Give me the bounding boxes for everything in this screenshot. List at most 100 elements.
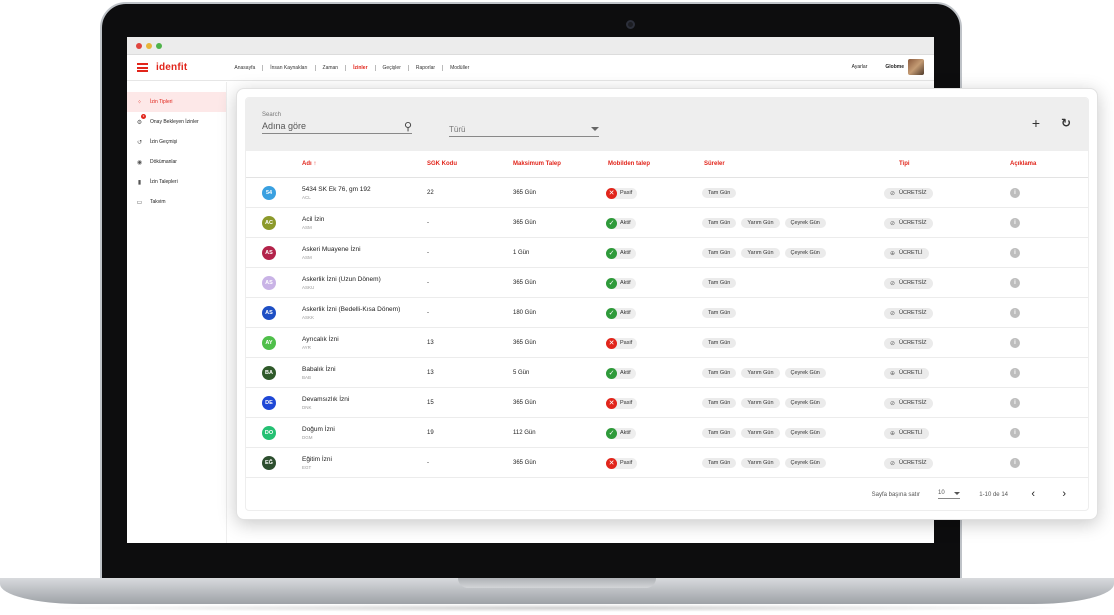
type-cell: ⊕ ÜCRETLİ <box>884 238 929 268</box>
mobile-status-badge[interactable]: ✕ Pasif <box>606 187 638 199</box>
info-icon[interactable]: i <box>1010 308 1020 318</box>
duration-chip[interactable]: Çeyrek Gün <box>784 218 826 228</box>
sidebar-item[interactable]: ▮ İzin Talepleri <box>127 172 226 192</box>
menu-item[interactable]: Zaman <box>316 64 347 71</box>
table-row[interactable]: AY Ayrıcalık İzni AYR 13 365 Gün ✕ Pasif Tam Gü… <box>246 328 1088 358</box>
mobile-status-badge[interactable]: ✕ Pasif <box>606 337 638 349</box>
menu-item[interactable]: Anasayfa <box>227 64 264 71</box>
mobile-status-badge[interactable]: ✓ Aktif <box>606 427 636 439</box>
refresh-icon[interactable]: ↻ <box>1061 116 1071 130</box>
brand-logo[interactable]: idenfit <box>156 62 187 73</box>
info-icon[interactable]: i <box>1010 338 1020 348</box>
duration-chip[interactable]: Çeyrek Gün <box>784 458 826 468</box>
info-icon[interactable]: i <box>1010 368 1020 378</box>
close-window-dot[interactable] <box>136 42 142 49</box>
table-row[interactable]: AS Askerlik İzni (Bedelli-Kısa Dönem) ASKK… <box>246 298 1088 328</box>
duration-chip[interactable]: Tam Gün <box>702 188 737 198</box>
mobile-status-badge[interactable]: ✕ Pasif <box>606 457 638 469</box>
duration-chip[interactable]: Tam Gün <box>702 338 737 348</box>
column-sgk[interactable]: SGK Kodu <box>427 161 457 167</box>
info-icon[interactable]: i <box>1010 458 1020 468</box>
column-description[interactable]: Açıklama <box>1010 161 1036 167</box>
mobile-status-badge[interactable]: ✓ Aktif <box>606 247 636 259</box>
info-icon[interactable]: i <box>1010 278 1020 288</box>
duration-chip[interactable]: Yarım Gün <box>741 248 780 258</box>
minimize-window-dot[interactable] <box>146 42 152 49</box>
type-select[interactable]: Türü <box>449 122 599 137</box>
leave-code: ASKU <box>302 285 315 290</box>
duration-chip[interactable]: Tam Gün <box>702 218 737 228</box>
mobile-status-cell: ✕ Pasif <box>606 388 638 418</box>
duration-chip[interactable]: Yarım Gün <box>741 368 780 378</box>
info-icon[interactable]: i <box>1010 428 1020 438</box>
table-row[interactable]: AS Askeri Muayene İzni ASM - 1 Gün ✓ Aktif Tam … <box>246 238 1088 268</box>
table-row[interactable]: 54 5434 SK Ek 76, gm 192 ACL 22 365 Gün ✕ Pasi… <box>246 178 1088 208</box>
column-name[interactable]: Adı ↑ <box>302 161 316 167</box>
row-avatar: BA <box>262 366 276 380</box>
table-body: 54 5434 SK Ek 76, gm 192 ACL 22 365 Gün ✕ Pasi… <box>246 178 1088 478</box>
duration-chip[interactable]: Tam Gün <box>702 428 737 438</box>
info-icon[interactable]: i <box>1010 398 1020 408</box>
maximize-window-dot[interactable] <box>156 42 162 49</box>
column-type[interactable]: Tipi <box>899 161 910 167</box>
duration-chip[interactable]: Tam Gün <box>702 278 737 288</box>
durations-cell: Tam Gün <box>702 178 741 208</box>
leave-name: 5434 SK Ek 76, gm 192 <box>302 186 371 193</box>
duration-chip[interactable]: Tam Gün <box>702 368 737 378</box>
hamburger-menu-icon[interactable] <box>137 63 148 72</box>
duration-chip[interactable]: Tam Gün <box>702 248 737 258</box>
table-row[interactable]: BA Babalık İzni BAB 13 5 Gün ✓ Aktif Tam Gün Yar… <box>246 358 1088 388</box>
chevron-right-icon[interactable]: › <box>1062 488 1066 500</box>
avatar[interactable] <box>908 59 924 75</box>
settings-link[interactable]: Ayarlar <box>852 64 868 70</box>
column-mobile[interactable]: Mobilden talep <box>608 161 650 167</box>
table-row[interactable]: DE Devamsızlık İzni DNK 15 365 Gün ✕ Pasif Tam … <box>246 388 1088 418</box>
table-row[interactable]: EĞ Eğitim İzni EGT - 365 Gün ✕ Pasif Tam Gün Yar… <box>246 448 1088 478</box>
mobile-status-badge[interactable]: ✓ Aktif <box>606 277 636 289</box>
menu-item[interactable]: Modüller <box>443 65 476 71</box>
durations-cell: Tam Gün Yarım Gün Çeyrek Gün <box>702 358 831 388</box>
sidebar-item[interactable]: ▭ Takvim <box>127 192 226 212</box>
close-icon: ✕ <box>606 397 617 409</box>
table-row[interactable]: AC Acil İzin ASM - 365 Gün ✓ Aktif Tam Gün Yarım… <box>246 208 1088 238</box>
chevron-left-icon[interactable]: ‹ <box>1031 488 1035 500</box>
table-row[interactable]: DO Doğum İzni DGM 19 112 Gün ✓ Aktif Tam Gün Yar… <box>246 418 1088 448</box>
sidebar-item[interactable]: ⁘ İzin Tipleri <box>127 92 226 112</box>
menu-item[interactable]: İzinler <box>346 64 376 71</box>
sidebar-item[interactable]: ⚙ 3 Onay Bekleyen İzinler <box>127 112 226 132</box>
sidebar-item[interactable]: ↺ İzin Geçmişi <box>127 132 226 152</box>
table-row[interactable]: AS Askerlik İzni (Uzun Dönem) ASKU - 365 Gün… <box>246 268 1088 298</box>
search-input[interactable]: Adına göre ⚲ <box>262 118 412 134</box>
duration-chip[interactable]: Yarım Gün <box>741 398 780 408</box>
column-max[interactable]: Maksimum Talep <box>513 161 561 167</box>
duration-chip[interactable]: Yarım Gün <box>741 458 780 468</box>
duration-chip[interactable]: Yarım Gün <box>741 428 780 438</box>
info-icon[interactable]: i <box>1010 248 1020 258</box>
duration-chip[interactable]: Çeyrek Gün <box>784 248 826 258</box>
sidebar-item[interactable]: ◉ Dökümanlar <box>127 152 226 172</box>
duration-chip[interactable]: Tam Gün <box>702 398 737 408</box>
column-durations[interactable]: Süreler <box>704 161 725 167</box>
menu-item[interactable]: Raporlar <box>409 64 444 71</box>
duration-chip[interactable]: Yarım Gün <box>741 218 780 228</box>
rows-per-page-select[interactable]: 10 <box>938 490 960 499</box>
duration-chip[interactable]: Çeyrek Gün <box>784 368 826 378</box>
menu-item[interactable]: İnsan Kaynakları <box>263 64 316 71</box>
search-icon[interactable]: ⚲ <box>404 120 412 133</box>
leave-type-chip: ⊕ ÜCRETLİ <box>884 367 929 379</box>
duration-chip[interactable]: Çeyrek Gün <box>784 428 826 438</box>
mobile-status-badge[interactable]: ✓ Aktif <box>606 307 636 319</box>
mobile-status-badge[interactable]: ✓ Aktif <box>606 367 636 379</box>
duration-chip[interactable]: Çeyrek Gün <box>784 398 826 408</box>
menu-item[interactable]: Geçişler <box>376 64 409 71</box>
info-icon[interactable]: i <box>1010 218 1020 228</box>
sgk-code: 22 <box>427 190 434 196</box>
info-icon[interactable]: i <box>1010 188 1020 198</box>
mobile-status-badge[interactable]: ✕ Pasif <box>606 397 638 409</box>
description-cell: i <box>1010 298 1020 328</box>
duration-chip[interactable]: Tam Gün <box>702 308 737 318</box>
duration-chip[interactable]: Tam Gün <box>702 458 737 468</box>
mobile-status-badge[interactable]: ✓ Aktif <box>606 217 636 229</box>
add-icon[interactable]: + <box>1032 115 1040 131</box>
user-name[interactable]: Globme <box>885 64 904 70</box>
